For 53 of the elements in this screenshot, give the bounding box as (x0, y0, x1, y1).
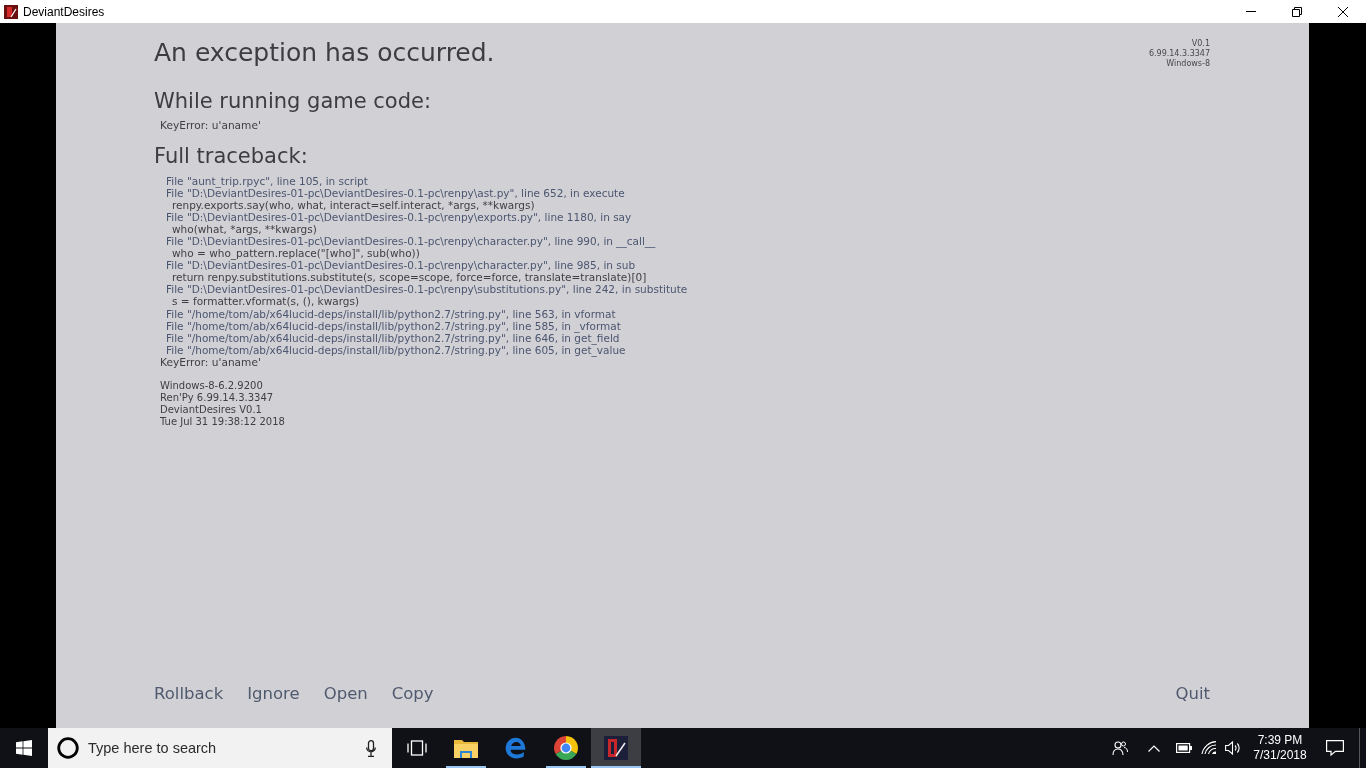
system-info-line: Ren'Py 6.99.14.3.3347 (160, 391, 274, 405)
action-button[interactable]: Open (323, 684, 368, 704)
version-text: Windows-8 (1166, 59, 1210, 69)
traceback-line: File "D:\DeviantDesires-01-pc\DeviantDesires-0.1-pc\renpy\exports.py", line 1180, in say (165, 211, 632, 224)
exception-title: An exception has occurred. (154, 38, 495, 68)
windows-logo-icon (16, 740, 32, 756)
section-heading: Full traceback: (154, 143, 308, 169)
traceback-line: File "/home/tom/ab/x64lucid-deps/install/lib/python2.7/string.py", line 563, in vformat (165, 307, 616, 320)
traceback-line: File "/home/tom/ab/x64lucid-deps/install/lib/python2.7/string.py", line 646, in get_field (165, 331, 620, 344)
task-view-icon (406, 740, 427, 756)
code-line: s = formatter.vformat(s, (), kwargs) (171, 295, 360, 308)
traceback-line: File "/home/tom/ab/x64lucid-deps/install/lib/python2.7/string.py", line 585, in _vformat (165, 319, 621, 332)
action-button[interactable]: Rollback (154, 684, 224, 704)
people-icon[interactable] (1112, 740, 1128, 756)
restore-icon (1292, 6, 1302, 17)
traceback-line: File "/home/tom/ab/x64lucid-deps/install/lib/python2.7/string.py", line 605, in get_value (165, 343, 626, 356)
letter-e-icon (504, 736, 528, 760)
traceback-line: File "D:\DeviantDesires-01-pc\DeviantDesires-0.1-pc\renpy\character.py", line 990, in __call__ (165, 235, 656, 248)
action-button[interactable]: Ignore (247, 684, 300, 704)
section-heading: While running game code: (154, 88, 432, 114)
code-line: renpy.exports.say(who, what, interact=self.interact, *args, **kwargs) (171, 199, 535, 212)
system-info-line: DeviantDesires V0.1 (160, 404, 262, 417)
code-line: who = who_pattern.replace("[who]", sub(who)) (171, 247, 420, 260)
error-message: KeyError: u'aname' (159, 355, 261, 368)
version-text: V0.1 (1191, 39, 1210, 49)
system-info-line: Windows-8-6.2.9200 (160, 379, 263, 392)
error-message: KeyError: u'aname' (160, 119, 261, 131)
window-title: DeviantDesires (23, 4, 105, 19)
microphone-icon[interactable] (366, 739, 376, 757)
code-line: who(what, *args, **kwargs) (171, 223, 317, 236)
traceback-line: File "aunt_trip.rpyc", line 105, in script (165, 175, 368, 188)
speaker-icon[interactable] (1225, 741, 1241, 755)
speech-bubble-icon (1326, 740, 1344, 756)
caret-up-icon[interactable] (1148, 744, 1160, 752)
traceback-line: File "D:\DeviantDesires-01-pc\DeviantDesires-0.1-pc\renpy\character.py", line 985, in sub (165, 259, 636, 272)
code-line: return renpy.substitutions.substitute(s, scope=scope, force=force, translate=translate)[0] (171, 271, 647, 284)
taskbar-app-button[interactable] (591, 728, 641, 768)
version-text: 6.99.14.3.3347 (1148, 49, 1210, 59)
app-logo-icon (604, 736, 628, 760)
minimize-icon (1246, 11, 1256, 12)
circle-icon (57, 737, 79, 759)
battery-icon[interactable] (1176, 743, 1192, 753)
system-info-line: Tue Jul 31 19:38:12 2018 (160, 416, 285, 429)
quit-button[interactable]: Quit (1175, 684, 1210, 704)
action-button[interactable]: Copy (391, 684, 434, 704)
app-icon (4, 4, 18, 19)
close-icon (1338, 6, 1348, 17)
traceback-line: File "D:\DeviantDesires-01-pc\DeviantDesires-0.1-pc\renpy\substitutions.py", line 242, in substitute (165, 283, 688, 296)
search-field[interactable]: Type here to search (48, 728, 392, 768)
clock-button[interactable]: 7:39 PM 7/31/2018 (1249, 728, 1311, 768)
ring-logo-icon (554, 736, 578, 760)
traceback-line: File "D:\DeviantDesires-01-pc\DeviantDesires-0.1-pc\renpy\ast.py", line 652, in execute (165, 187, 625, 200)
wifi-icon[interactable] (1201, 741, 1217, 755)
